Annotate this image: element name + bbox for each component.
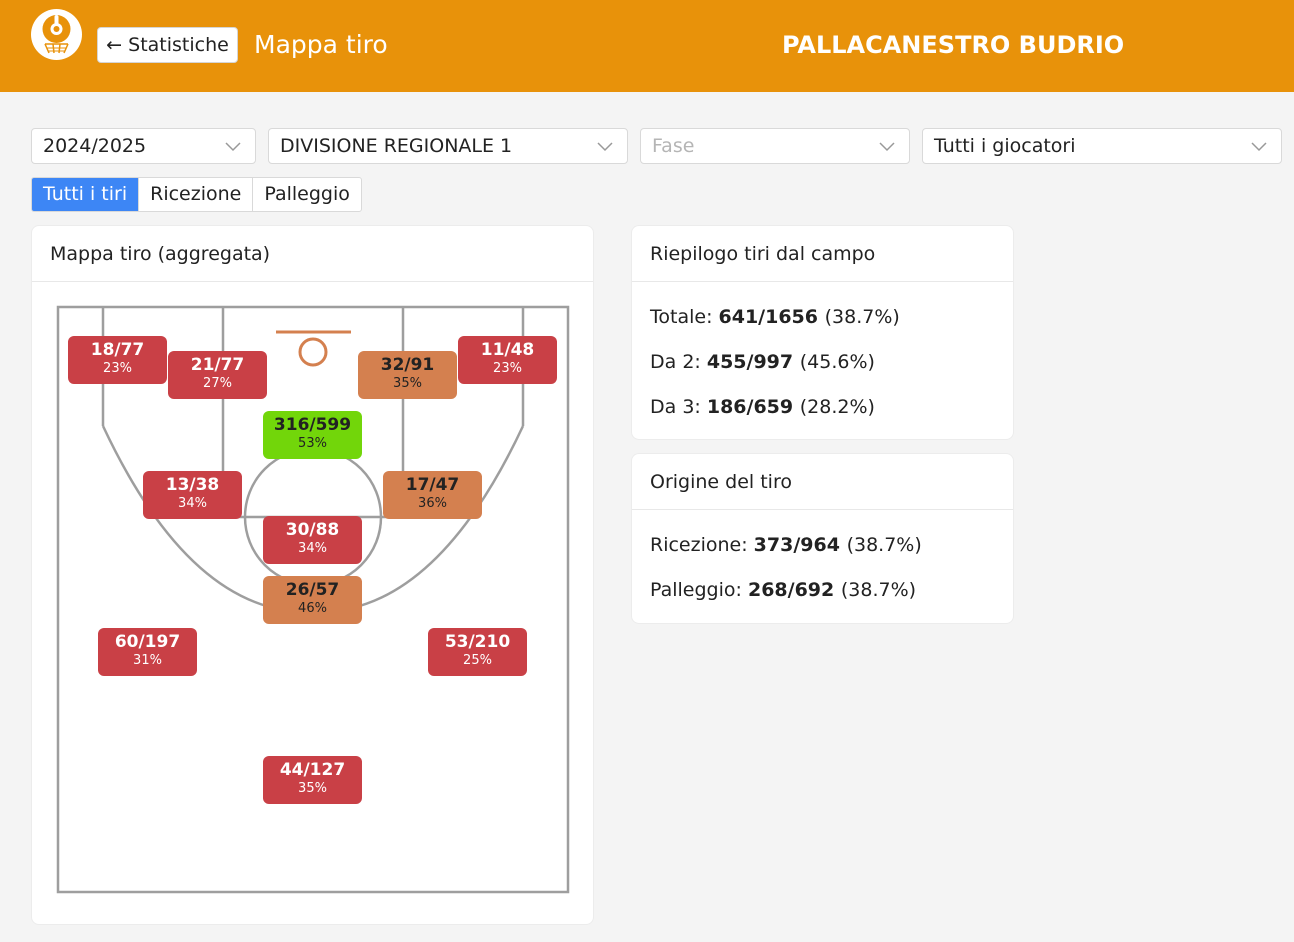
court-area: 18/77 23% 21/77 27% 32/91 35% 11/48 23% … [32,226,595,926]
zone-made: 18/77 [90,340,145,360]
zone-made: 316/599 [273,415,352,435]
tab-all-shots[interactable]: Tutti i tiri [32,178,139,211]
team-logo[interactable] [31,9,82,60]
zone-free-throw[interactable]: 30/88 34% [263,516,362,564]
zone-pct: 35% [298,781,327,796]
chevron-down-icon [1251,142,1267,152]
season-select[interactable]: 2024/2025 [31,128,256,164]
origin-reception-label: Ricezione: [650,534,754,556]
zone-pct: 35% [393,376,422,391]
division-select[interactable]: DIVISIONE REGIONALE 1 [268,128,628,164]
shot-map-card: Mappa tiro (aggregata) 18/77 23% 21/77 2… [31,225,594,925]
chevron-down-icon [879,142,895,152]
shot-type-tabs: Tutti i tiri Ricezione Palleggio [31,177,362,212]
tab-dribble[interactable]: Palleggio [252,178,361,211]
zone-pct: 34% [298,541,327,556]
zone-made: 21/77 [190,355,245,375]
summary-total-label: Totale: [650,306,719,328]
zone-made: 32/91 [380,355,435,375]
summary-three-row: Da 3: 186/659 (28.2%) [650,396,875,418]
season-select-value: 2024/2025 [43,135,147,157]
summary-two-row: Da 2: 455/997 (45.6%) [650,351,875,373]
phase-select[interactable]: Fase [640,128,910,164]
basketball-logo-icon [42,15,71,54]
page-title: Mappa tiro [254,30,388,59]
zone-made: 26/57 [285,580,340,600]
zone-pct: 27% [203,376,232,391]
zone-made: 13/38 [165,475,220,495]
zone-made: 17/47 [405,475,460,495]
zone-pct: 23% [493,361,522,376]
origin-title: Origine del tiro [632,454,1013,510]
summary-two-value: 455/997 [706,351,800,373]
zone-wing-mid-left[interactable]: 21/77 27% [168,351,267,399]
zone-made: 53/210 [444,632,511,652]
zone-pct: 23% [103,361,132,376]
phase-select-placeholder: Fase [652,135,695,157]
zone-three-right[interactable]: 53/210 25% [428,628,527,676]
zone-made: 11/48 [480,340,535,360]
zone-pct: 31% [133,653,162,668]
team-name: PALLACANESTRO BUDRIO [782,31,1125,59]
field-goal-summary-card: Riepilogo tiri dal campo Totale: 641/165… [631,225,1014,440]
zone-pct: 46% [298,601,327,616]
origin-dribble-pct: (38.7%) [840,579,917,601]
zone-pct: 34% [178,496,207,511]
summary-two-pct: (45.6%) [799,351,875,373]
summary-total-row: Totale: 641/1656 (38.7%) [650,306,900,328]
summary-title: Riepilogo tiri dal campo [632,226,1013,282]
zone-made: 60/197 [114,632,181,652]
chevron-down-icon [225,142,241,152]
zone-paint[interactable]: 316/599 53% [263,411,362,459]
zone-top-key[interactable]: 26/57 46% [263,576,362,624]
zone-three-left[interactable]: 60/197 31% [98,628,197,676]
tab-reception[interactable]: Ricezione [138,178,252,211]
zone-corner-right[interactable]: 11/48 23% [458,336,557,384]
zone-deep[interactable]: 44/127 35% [263,756,362,804]
origin-dribble-row: Palleggio: 268/692 (38.7%) [650,579,916,601]
origin-dribble-label: Palleggio: [650,579,748,601]
zone-pct: 36% [418,496,447,511]
origin-reception-value: 373/964 [753,534,847,556]
zone-corner-left[interactable]: 18/77 23% [68,336,167,384]
zone-pct: 53% [298,436,327,451]
app-header: ← Statistiche Mappa tiro PALLACANESTRO B… [0,0,1294,92]
summary-three-label: Da 3: [650,396,707,418]
origin-dribble-value: 268/692 [747,579,841,601]
summary-total-pct: (38.7%) [824,306,900,328]
zone-made: 44/127 [279,760,346,780]
summary-total-value: 641/1656 [718,306,825,328]
division-select-value: DIVISIONE REGIONALE 1 [280,135,513,157]
summary-three-value: 186/659 [706,396,800,418]
origin-reception-pct: (38.7%) [846,534,922,556]
chevron-down-icon [597,142,613,152]
zone-pct: 25% [463,653,492,668]
zone-made: 30/88 [285,520,340,540]
players-select[interactable]: Tutti i giocatori [922,128,1282,164]
shot-origin-card: Origine del tiro Ricezione: 373/964 (38.… [631,453,1014,624]
zone-elbow-right[interactable]: 17/47 36% [383,471,482,519]
back-to-statistics-button[interactable]: ← Statistiche [97,27,238,63]
summary-three-pct: (28.2%) [799,396,875,418]
summary-two-label: Da 2: [650,351,707,373]
origin-reception-row: Ricezione: 373/964 (38.7%) [650,534,922,556]
zone-elbow-left[interactable]: 13/38 34% [143,471,242,519]
players-select-value: Tutti i giocatori [934,135,1076,157]
zone-wing-mid-right[interactable]: 32/91 35% [358,351,457,399]
